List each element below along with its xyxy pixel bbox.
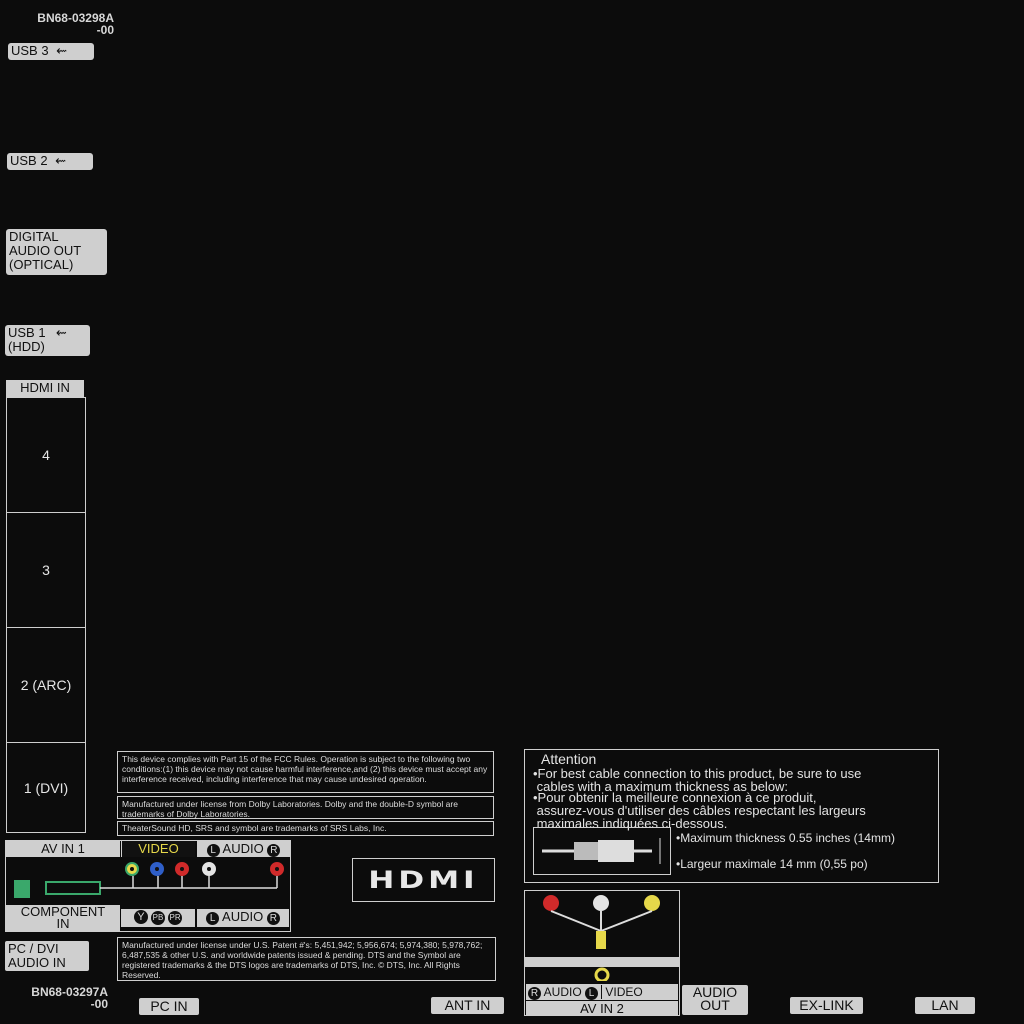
audio-r-marker: R — [266, 912, 280, 925]
hdmi-port-2-arc: 2 (ARC) — [7, 628, 85, 743]
component-in-label: COMPONENT IN — [6, 905, 120, 931]
audio-l-marker: L — [206, 844, 220, 857]
audio-r-marker: R — [267, 844, 281, 857]
hdmi-in-header: HDMI IN — [6, 380, 84, 397]
audio-label-top: L AUDIO R — [197, 841, 290, 857]
cable-plug-icon — [542, 838, 661, 864]
audio-l-marker: L — [585, 987, 599, 1000]
hdmi-port-3: 3 — [7, 513, 85, 628]
av-in-2-cable-diagram — [525, 895, 679, 981]
usb2-label: USB 2 — [10, 153, 48, 168]
audio-label: AUDIO — [543, 985, 582, 999]
pc-in-label: PC IN — [139, 998, 199, 1015]
attention-title: Attention — [541, 751, 597, 767]
hdmi-port-label: 1 (DVI) — [23, 779, 69, 796]
srs-notice: TheaterSound HD, SRS and symbol are trad… — [117, 821, 494, 836]
audio-r-marker: R — [528, 987, 541, 1000]
ex-link-label: EX-LINK — [790, 997, 863, 1014]
hdmi-logo: HDMI — [368, 866, 479, 894]
max-thickness-en: •Maximum thickness 0.55 inches (14mm) — [676, 831, 895, 845]
audio-l-marker: L — [206, 912, 220, 925]
usb-icon: ⇜ — [56, 43, 68, 58]
av-in-2-audio-video-label: R AUDIO L VIDEO — [526, 984, 678, 1000]
attention-french: •Pour obtenir la meilleure connexion à c… — [533, 790, 866, 831]
jack-pb — [150, 862, 164, 876]
pr-marker: PR — [168, 911, 183, 925]
hdmi-port-label: 2 (ARC) — [20, 677, 72, 693]
digital-audio-out-label: DIGITAL AUDIO OUT (OPTICAL) — [6, 229, 107, 275]
audio-label: AUDIO — [222, 909, 264, 924]
hdmi-port-1-dvi: 1 (DVI) — [7, 743, 85, 832]
av-in-1-label: AV IN 1 — [6, 841, 120, 857]
audio-label: AUDIO — [222, 841, 264, 856]
component-cable-diagram — [14, 876, 278, 898]
audio-out-label: AUDIO OUT — [682, 985, 748, 1015]
hdmi-port-4: 4 — [7, 398, 85, 513]
usb1-hdd-port-label: USB 1 (HDD) — [5, 325, 90, 356]
hdmi-port-label: 3 — [42, 562, 50, 578]
jack-y-video — [125, 862, 139, 876]
jack-audio-r — [270, 862, 284, 876]
pb-marker: PB — [151, 911, 165, 925]
video-label: VIDEO — [601, 985, 643, 999]
pc-dvi-audio-in-label: PC / DVI AUDIO IN — [5, 941, 89, 971]
usb-icon: ⇜ — [56, 325, 67, 340]
usb3-label: USB 3 — [11, 43, 49, 58]
jack-pr — [175, 862, 189, 876]
hdmi-logo-box: HDMI — [352, 858, 495, 902]
hdmi-port-label: 4 — [42, 447, 50, 463]
usb2-port-label: USB 2 ⇜ — [7, 153, 93, 170]
y-marker: Y — [133, 910, 148, 924]
component-ypbpr-label: Y PB PR — [121, 909, 195, 927]
jack-audio-l — [202, 862, 216, 876]
audio-label-bottom: L AUDIO R — [197, 909, 289, 927]
max-thickness-fr: •Largeur maximale 14 mm (0,55 po) — [676, 857, 868, 871]
usb3-port-label: USB 3 ⇜ — [8, 43, 94, 60]
usb-icon: ⇜ — [55, 153, 67, 168]
lan-label: LAN — [915, 997, 975, 1014]
av-in-2-label: AV IN 2 — [526, 1001, 678, 1016]
dts-notice: Manufactured under license under U.S. Pa… — [117, 937, 496, 981]
part-number-top: BN68-03298A -00 — [37, 11, 114, 37]
fcc-notice: This device complies with Part 15 of the… — [117, 751, 494, 793]
cable-thickness-diagram — [533, 827, 671, 875]
ant-in-label: ANT IN — [431, 997, 504, 1014]
video-label: VIDEO — [121, 841, 195, 857]
part-number-bottom: BN68-03297A -00 — [31, 985, 108, 1011]
dolby-notice: Manufactured under license from Dolby La… — [117, 796, 494, 819]
